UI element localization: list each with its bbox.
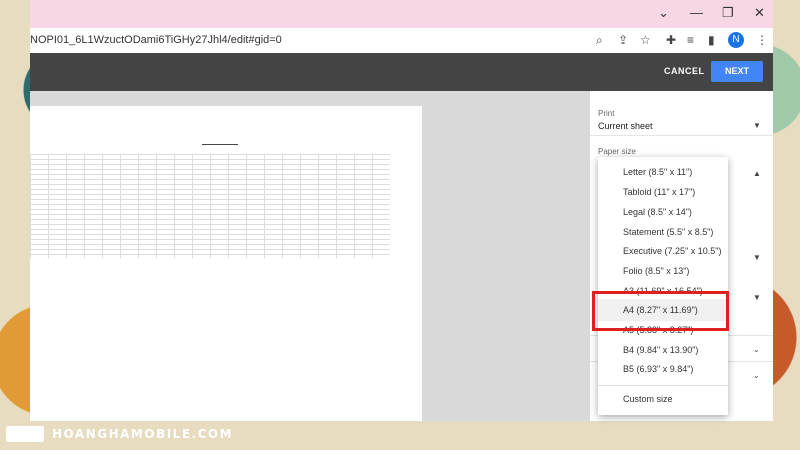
- bookmark-star-icon[interactable]: ☆: [640, 33, 651, 47]
- close-icon[interactable]: ✕: [754, 5, 765, 21]
- share-icon[interactable]: ⇪: [618, 33, 628, 47]
- sheet-title-lines: ▬▬▬▬▬▬▬▬▬▬▬▬: [202, 142, 238, 146]
- title-bar: ⌄ — ❐ ✕: [30, 0, 773, 28]
- spreadsheet-preview-grid: [30, 154, 390, 258]
- cancel-button[interactable]: CANCEL: [664, 66, 705, 76]
- media-icon[interactable]: ≡: [687, 33, 694, 47]
- extensions-icon[interactable]: ✚: [666, 33, 676, 47]
- brand-logo-icon: [6, 426, 44, 442]
- preview-page: ▬▬▬▬▬▬▬▬▬▬▬▬: [30, 106, 422, 421]
- paper-option-b5[interactable]: B5 (6.93" x 9.84"): [623, 364, 693, 374]
- next-button[interactable]: NEXT: [711, 61, 763, 82]
- chevron-down-icon[interactable]: ▼: [753, 121, 761, 130]
- brand-text: HOANGHAMOBILE.COM: [52, 427, 234, 441]
- url-text[interactable]: NOPI01_6L1WzuctODami6TiGHy27Jhl4/edit#gi…: [30, 34, 282, 46]
- paper-option-legal[interactable]: Legal (8.5" x 14"): [623, 207, 692, 217]
- dropdown-divider: [598, 385, 728, 386]
- chevron-up-icon[interactable]: ▲: [753, 169, 761, 178]
- print-select[interactable]: Current sheet: [598, 121, 653, 131]
- chevron-down-icon[interactable]: ▼: [753, 253, 761, 262]
- print-label: Print: [598, 109, 615, 118]
- divider: [590, 135, 773, 136]
- paper-option-folio[interactable]: Folio (8.5" x 13"): [623, 266, 689, 276]
- paper-size-label: Paper size: [598, 147, 636, 156]
- paper-option-tabloid[interactable]: Tabloid (11" x 17"): [623, 187, 695, 197]
- paper-option-b4[interactable]: B4 (9.84" x 13.90"): [623, 345, 698, 355]
- address-bar[interactable]: NOPI01_6L1WzuctODami6TiGHy27Jhl4/edit#gi…: [30, 28, 773, 54]
- print-dialog-header: CANCEL NEXT: [30, 53, 773, 91]
- side-panel-icon[interactable]: ▮: [708, 33, 715, 47]
- paper-size-dropdown[interactable]: Letter (8.5" x 11") Tabloid (11" x 17") …: [598, 157, 728, 415]
- menu-icon[interactable]: ⋮: [756, 33, 768, 47]
- watermark-logo: HOANGHAMOBILE.COM: [6, 425, 233, 443]
- restore-icon[interactable]: ❐: [722, 5, 734, 21]
- expand-chevron-icon[interactable]: ⌄: [753, 345, 760, 354]
- print-preview-area: ▬▬▬▬▬▬▬▬▬▬▬▬: [30, 91, 590, 421]
- expand-chevron-icon[interactable]: ⌄: [753, 371, 760, 380]
- minimize-icon[interactable]: —: [690, 5, 703, 20]
- zoom-icon[interactable]: ⌕: [596, 33, 603, 48]
- annotation-highlight-box: [592, 291, 729, 331]
- paper-option-letter[interactable]: Letter (8.5" x 11"): [623, 167, 692, 177]
- paper-option-executive[interactable]: Executive (7.25" x 10.5"): [623, 246, 721, 256]
- paper-option-custom[interactable]: Custom size: [623, 394, 673, 404]
- tab-search-icon[interactable]: ⌄: [658, 5, 669, 21]
- avatar[interactable]: N: [728, 32, 744, 48]
- paper-option-statement[interactable]: Statement (5.5" x 8.5"): [623, 227, 713, 237]
- chevron-down-icon[interactable]: ▼: [753, 293, 761, 302]
